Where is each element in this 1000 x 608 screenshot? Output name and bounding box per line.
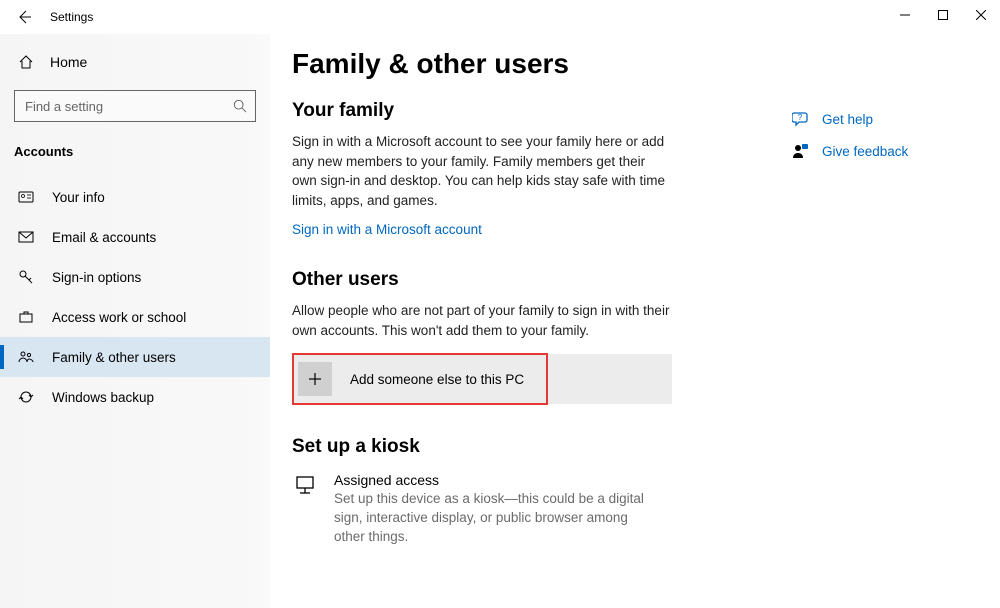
sidebar-item-signin-options[interactable]: Sign-in options	[0, 257, 270, 297]
sidebar-item-access-work-school[interactable]: Access work or school	[0, 297, 270, 337]
assigned-access-title: Assigned access	[334, 472, 654, 488]
briefcase-icon	[18, 309, 34, 325]
home-button[interactable]: Home	[0, 46, 270, 78]
home-label: Home	[50, 54, 87, 70]
search-icon	[233, 99, 247, 113]
get-help-link[interactable]: ? Get help	[792, 110, 932, 128]
arrow-left-icon	[16, 9, 32, 25]
close-icon	[976, 10, 986, 20]
monitor-icon	[292, 472, 318, 547]
assigned-access-desc: Set up this device as a kiosk—this could…	[334, 490, 654, 547]
help-chat-icon: ?	[792, 110, 810, 128]
kiosk-heading: Set up a kiosk	[292, 436, 702, 458]
minimize-icon	[900, 10, 910, 20]
add-user-button[interactable]: Add someone else to this PC	[292, 354, 672, 404]
aside-links: ? Get help Give feedback	[792, 110, 932, 174]
sidebar-item-label: Email & accounts	[52, 230, 156, 245]
back-button[interactable]	[4, 0, 44, 34]
give-feedback-label: Give feedback	[822, 144, 908, 159]
maximize-button[interactable]	[924, 0, 962, 30]
feedback-person-icon	[792, 142, 810, 160]
mail-icon	[18, 229, 34, 245]
sidebar-item-label: Sign-in options	[52, 270, 141, 285]
minimize-button[interactable]	[886, 0, 924, 30]
sync-icon	[18, 389, 34, 405]
your-family-body: Sign in with a Microsoft account to see …	[292, 132, 672, 210]
get-help-label: Get help	[822, 112, 873, 127]
home-icon	[18, 54, 34, 70]
search-box[interactable]	[14, 90, 256, 122]
search-input[interactable]	[25, 99, 233, 114]
maximize-icon	[938, 10, 948, 20]
sidebar-item-email-accounts[interactable]: Email & accounts	[0, 217, 270, 257]
sidebar-item-label: Your info	[52, 190, 105, 205]
plus-icon	[298, 362, 332, 396]
main-content: Family & other users Your family Sign in…	[270, 34, 1000, 608]
key-icon	[18, 269, 34, 285]
svg-text:?: ?	[798, 113, 803, 122]
close-button[interactable]	[962, 0, 1000, 30]
your-family-heading: Your family	[292, 100, 702, 122]
sidebar-item-label: Family & other users	[52, 350, 176, 365]
window-title: Settings	[50, 10, 93, 24]
sidebar-item-windows-backup[interactable]: Windows backup	[0, 377, 270, 417]
give-feedback-link[interactable]: Give feedback	[792, 142, 932, 160]
sidebar-item-label: Windows backup	[52, 390, 154, 405]
assigned-access-item[interactable]: Assigned access Set up this device as a …	[292, 472, 702, 547]
people-icon	[18, 349, 34, 365]
page-title: Family & other users	[292, 48, 1000, 80]
sidebar-section-label: Accounts	[0, 130, 270, 167]
person-card-icon	[18, 189, 34, 205]
sidebar: Home Accounts Your info Email & accounts…	[0, 34, 270, 608]
sidebar-item-family-other-users[interactable]: Family & other users	[0, 337, 270, 377]
other-users-body: Allow people who are not part of your fa…	[292, 301, 672, 340]
other-users-heading: Other users	[292, 269, 702, 291]
sidebar-item-your-info[interactable]: Your info	[0, 177, 270, 217]
signin-microsoft-link[interactable]: Sign in with a Microsoft account	[292, 222, 702, 237]
sidebar-item-label: Access work or school	[52, 310, 186, 325]
add-user-label: Add someone else to this PC	[350, 372, 524, 387]
titlebar: Settings	[0, 0, 1000, 34]
window-controls	[886, 0, 1000, 30]
